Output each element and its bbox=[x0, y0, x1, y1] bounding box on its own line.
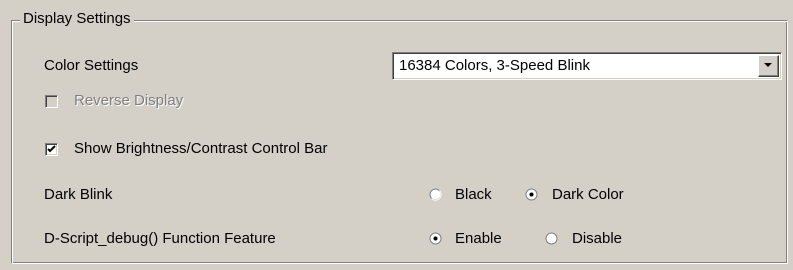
radio-unselected-icon bbox=[429, 188, 442, 201]
chevron-down-icon bbox=[764, 63, 772, 67]
dscript-enable-label: Enable bbox=[455, 230, 502, 247]
dscript-disable-radio[interactable] bbox=[545, 232, 558, 245]
dark-blink-label: Dark Blink bbox=[44, 186, 113, 203]
display-settings-title: Display Settings bbox=[20, 10, 134, 28]
dscript-enable-radio[interactable] bbox=[429, 232, 442, 245]
checkmark-icon bbox=[47, 145, 56, 153]
radio-selected-icon bbox=[525, 188, 538, 201]
dark-blink-dark-color-radio[interactable] bbox=[525, 188, 538, 201]
dark-blink-black-radio[interactable] bbox=[429, 188, 442, 201]
radio-unselected-icon bbox=[545, 232, 558, 245]
dscript-debug-label: D-Script_debug() Function Feature bbox=[44, 230, 276, 247]
dark-blink-black-label: Black bbox=[455, 186, 492, 203]
dropdown-arrow-button[interactable] bbox=[758, 55, 779, 77]
brightness-contrast-label: Show Brightness/Contrast Control Bar bbox=[74, 140, 328, 157]
brightness-contrast-checkbox[interactable] bbox=[45, 143, 58, 156]
color-settings-value: 16384 Colors, 3-Speed Blink bbox=[399, 57, 590, 74]
dscript-disable-label: Disable bbox=[572, 230, 623, 247]
color-settings-dropdown[interactable]: 16384 Colors, 3-Speed Blink bbox=[392, 52, 782, 80]
reverse-display-label: Reverse Display bbox=[74, 92, 184, 109]
reverse-display-checkbox[interactable] bbox=[45, 95, 58, 108]
radio-selected-icon bbox=[429, 232, 442, 245]
color-settings-label: Color Settings bbox=[44, 57, 139, 74]
dark-blink-dark-color-label: Dark Color bbox=[552, 186, 624, 203]
